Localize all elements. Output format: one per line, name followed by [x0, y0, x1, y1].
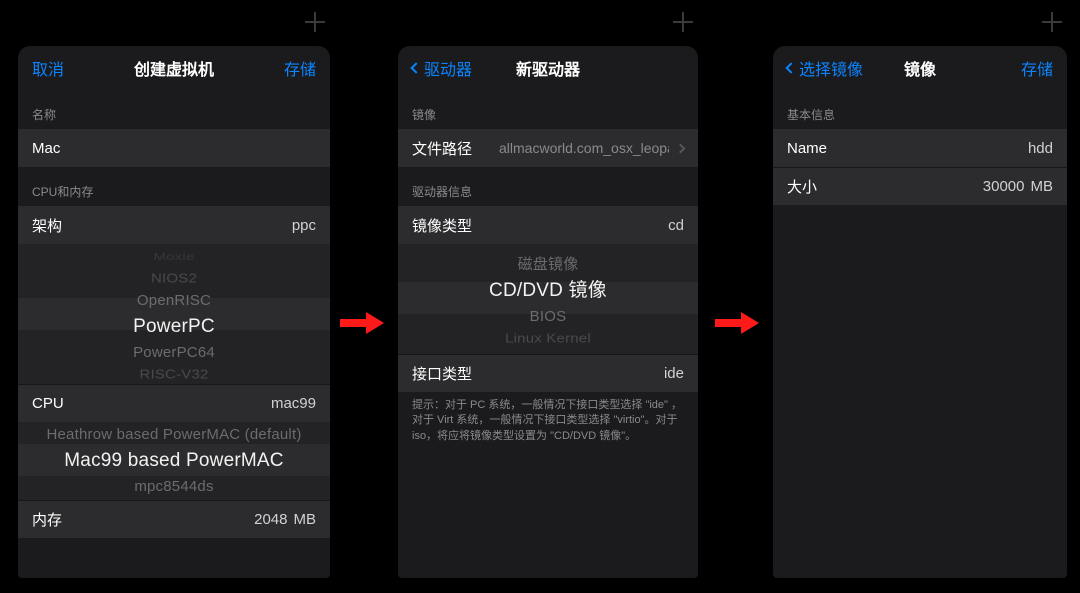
file-path-value: allmacworld.com_osx_leopard_...: [499, 140, 669, 156]
image-type-value: cd: [668, 217, 684, 234]
picker-option[interactable]: PowerPC64: [18, 342, 330, 364]
image-size-label: 大小: [787, 176, 817, 197]
section-header-drive-info: 驱动器信息: [398, 167, 698, 206]
cpu-value: mac99: [271, 395, 316, 412]
architecture-picker[interactable]: Moxie NIOS2 OpenRISC PowerPC PowerPC64 R…: [18, 244, 330, 384]
section-header-basic: 基本信息: [773, 90, 1067, 129]
section-header-cpu: CPU和内存: [18, 167, 330, 206]
nav-bar: 选择镜像 镜像 存储: [773, 46, 1067, 90]
interface-type-row[interactable]: 接口类型 ide: [398, 354, 698, 392]
picker-option-selected[interactable]: Mac99 based PowerMAC: [18, 446, 330, 476]
back-label: 选择镜像: [799, 56, 863, 80]
section-header-image: 镜像: [398, 90, 698, 129]
sheet-create-vm: 取消 创建虚拟机 存储 名称 Mac CPU和内存 架构 ppc Moxie N…: [18, 46, 330, 578]
add-icon[interactable]: [303, 10, 327, 34]
chevron-left-icon: [785, 62, 796, 73]
image-type-picker[interactable]: 磁盘镜像 CD/DVD 镜像 BIOS Linux Kernel: [398, 244, 698, 354]
arrow-icon: [340, 312, 384, 334]
add-icon[interactable]: [1040, 10, 1064, 34]
image-name-label: Name: [787, 140, 827, 157]
memory-row[interactable]: 内存 2048MB: [18, 500, 330, 538]
picker-option[interactable]: BIOS: [398, 306, 698, 328]
sheet-body: 镜像 文件路径 allmacworld.com_osx_leopard_... …: [398, 90, 698, 578]
picker-option[interactable]: NIOS2: [18, 269, 330, 288]
picker-option[interactable]: Heathrow based PowerMAC (default): [18, 424, 330, 446]
picker-option[interactable]: mpc8544ds: [18, 476, 330, 498]
sheet-body: 基本信息 Name hdd 大小 30000MB: [773, 90, 1067, 578]
panel-image: 选择镜像 镜像 存储 基本信息 Name hdd 大小 30000MB: [764, 4, 1076, 584]
cpu-label: CPU: [32, 395, 64, 412]
picker-option[interactable]: RISC-V32: [18, 365, 330, 384]
sheet-new-drive: 驱动器 新驱动器 . 镜像 文件路径 allmacworld.com_osx_l…: [398, 46, 698, 578]
architecture-value: ppc: [292, 217, 316, 234]
save-button[interactable]: 存储: [1021, 56, 1053, 80]
save-button[interactable]: 存储: [284, 56, 316, 80]
picker-option[interactable]: Linux Kernel: [398, 329, 698, 348]
panel-new-drive: 驱动器 新驱动器 . 镜像 文件路径 allmacworld.com_osx_l…: [389, 4, 707, 584]
picker-option[interactable]: OpenRISC: [18, 290, 330, 312]
file-path-label: 文件路径: [412, 138, 472, 159]
image-size-row[interactable]: 大小 30000MB: [773, 167, 1067, 205]
name-value: Mac: [32, 140, 60, 157]
footer-hint: 提示：对于 PC 系统，一般情况下接口类型选择 "ide" ，对于 Virt 系…: [398, 392, 698, 454]
image-name-row[interactable]: Name hdd: [773, 129, 1067, 167]
memory-label: 内存: [32, 509, 62, 530]
picker-option-selected[interactable]: CD/DVD 镜像: [398, 276, 698, 306]
back-label: 驱动器: [424, 56, 472, 80]
interface-type-label: 接口类型: [412, 363, 472, 384]
sheet-body: 名称 Mac CPU和内存 架构 ppc Moxie NIOS2 OpenRIS…: [18, 90, 330, 578]
image-type-row[interactable]: 镜像类型 cd: [398, 206, 698, 244]
name-cell[interactable]: Mac: [18, 129, 330, 167]
nav-bar: 驱动器 新驱动器 .: [398, 46, 698, 90]
add-icon[interactable]: [671, 10, 695, 34]
back-button[interactable]: 驱动器: [412, 56, 472, 80]
file-path-row[interactable]: 文件路径 allmacworld.com_osx_leopard_...: [398, 129, 698, 167]
chevron-right-icon: [676, 143, 686, 153]
cpu-picker[interactable]: Heathrow based PowerMAC (default) Mac99 …: [18, 422, 330, 500]
sheet-image: 选择镜像 镜像 存储 基本信息 Name hdd 大小 30000MB: [773, 46, 1067, 578]
image-type-label: 镜像类型: [412, 215, 472, 236]
section-header-name: 名称: [18, 90, 330, 129]
nav-bar: 取消 创建虚拟机 存储: [18, 46, 330, 90]
panel-create-vm: 取消 创建虚拟机 存储 名称 Mac CPU和内存 架构 ppc Moxie N…: [9, 4, 339, 584]
back-button[interactable]: 选择镜像: [787, 56, 863, 80]
cpu-row[interactable]: CPU mac99: [18, 384, 330, 422]
chevron-left-icon: [410, 62, 421, 73]
cancel-button[interactable]: 取消: [32, 56, 64, 80]
architecture-label: 架构: [32, 215, 62, 236]
interface-type-value: ide: [664, 365, 684, 382]
image-name-value: hdd: [1028, 140, 1053, 157]
architecture-row[interactable]: 架构 ppc: [18, 206, 330, 244]
picker-option-selected[interactable]: PowerPC: [18, 312, 330, 342]
arrow-icon: [715, 312, 759, 334]
image-size-value: 30000MB: [983, 178, 1053, 195]
picker-option[interactable]: 磁盘镜像: [398, 254, 698, 276]
memory-value: 2048MB: [254, 511, 316, 528]
picker-option[interactable]: Moxie: [18, 249, 330, 264]
